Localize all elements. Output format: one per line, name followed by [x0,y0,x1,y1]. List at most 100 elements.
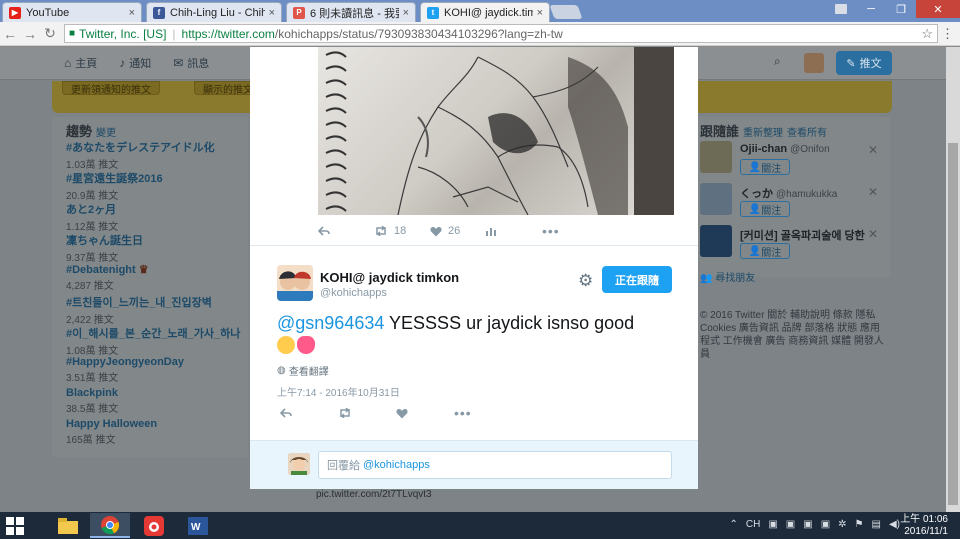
like-button[interactable] [396,408,454,419]
tray-app-icon[interactable]: ▣ [768,519,777,530]
trend-count: 1.12萬 推文 [66,222,119,233]
suggested-user[interactable]: くっか @hamukukka 👤 關注 ✕ [700,183,886,223]
dismiss-icon[interactable]: ✕ [868,143,878,157]
retweet-button[interactable]: 18 [374,225,430,237]
word-icon[interactable]: W [178,513,218,538]
minimize-icon[interactable]: ─ [856,0,886,18]
scrollbar[interactable] [946,47,960,512]
translate-link[interactable]: ◍ 查看翻譯 [277,363,329,378]
trend-item[interactable]: #星宮遠生誕祭2016 20.9萬 推文 [66,170,246,202]
volume-icon[interactable]: ◀) [889,519,900,530]
reply-button[interactable] [318,226,374,236]
close-icon[interactable]: × [129,7,135,19]
tab-plurk[interactable]: P 6 則未讀訊息 - 我要當新 × [286,2,416,22]
settings-icon[interactable]: ✲ [838,519,846,530]
dismiss-icon[interactable]: ✕ [868,185,878,199]
search-icon[interactable]: ⌕ [774,54,781,69]
follow-button[interactable]: 👤 關注 [740,159,790,175]
tray-app-icon[interactable]: ▣ [803,519,812,530]
following-button[interactable]: 正在跟隨 [602,266,672,293]
reload-icon[interactable]: ↻ [40,25,60,42]
trends-change-link[interactable]: 變更 [96,128,116,139]
nav-messages[interactable]: ✉ 訊息 [173,55,209,71]
trend-item[interactable]: #HappyJeongyeonDay 3.51萬 推文 [66,356,246,384]
reply-input[interactable]: 回覆給 @kohichapps [318,451,672,479]
refresh-link[interactable]: 重新整理 [743,128,783,139]
trend-count: 38.5萬 推文 [66,404,119,415]
trend-count: 4,287 推文 [66,281,114,292]
flag-icon[interactable]: ⚑ [855,519,864,530]
tray-app-icon[interactable]: ▣ [786,519,795,530]
close-icon[interactable]: × [269,7,275,19]
view-all-link[interactable]: 查看所有 [787,128,827,139]
new-tab-button[interactable] [549,5,583,19]
avatar[interactable] [700,225,732,257]
follow-button[interactable]: 👤 關注 [740,201,790,217]
follow-button[interactable]: 👤 關注 [740,243,790,259]
tab-twitter[interactable]: t KOHI@ jaydick.timkon × [420,2,550,22]
nav-notifications[interactable]: ♪ 通知 [119,55,151,71]
reply-icon [318,226,330,236]
analytics-button[interactable] [486,226,542,236]
scrollbar-thumb[interactable] [948,143,958,505]
avatar[interactable] [700,141,732,173]
footer-links[interactable]: © 2016 Twitter 關於 輔助說明 條款 隱私 Cookies 廣告資… [700,309,884,361]
trend-item[interactable]: #Debatenight ♛ 4,287 推文 [66,263,246,292]
bookmark-star-icon[interactable]: ☆ [921,26,933,42]
trend-item[interactable]: #트친들이_느끼는_내_진입장벽 2,422 推文 [66,294,246,326]
address-bar: ← → ↻ ■ Twitter, Inc. [US] | https://twi… [0,22,960,46]
tab-facebook[interactable]: f Chih-Ling Liu - Chih-Lin × [146,2,282,22]
trend-item[interactable]: #이_해시를_본_순간_노래_가사_하나 1.08萬 推文 [66,325,246,357]
reply-icon [280,408,292,418]
tweet-timestamp[interactable]: 上午7:14 - 2016年10月31日 [277,384,400,399]
suggested-user[interactable]: Ojii-chan @Onifon 👤 關注 ✕ [700,141,886,181]
nav-home[interactable]: ⌂ 主頁 [64,55,97,71]
more-button[interactable]: ••• [454,405,472,421]
forward-icon[interactable]: → [20,26,40,42]
author-name[interactable]: KOHI@ jaydick timkon [320,270,459,285]
close-icon[interactable]: × [403,7,409,19]
recorder-app-icon[interactable] [134,513,174,538]
close-window-icon[interactable]: ✕ [916,0,960,18]
banner-button-1[interactable]: 更新領通知的推文 [62,81,160,96]
compose-tweet-button[interactable]: ✎ 推文 [836,51,892,75]
author-handle[interactable]: @kohichapps [320,287,387,299]
avatar[interactable] [277,265,313,301]
tweet-mention[interactable]: @gsn964634 [277,313,384,333]
restore-icon[interactable]: ❐ [886,0,916,18]
avatar[interactable] [804,53,824,73]
more-button[interactable]: ••• [542,223,560,239]
globe-icon: ◍ [277,365,286,376]
tweet-text: @gsn964634 YESSSS ur jaydick isnso good [277,312,677,356]
user-icon[interactable] [826,0,856,18]
back-icon[interactable]: ← [0,26,20,42]
network-icon[interactable]: ▤ [872,519,881,530]
file-explorer-icon[interactable] [48,513,88,538]
dismiss-icon[interactable]: ✕ [868,227,878,241]
tab-youtube[interactable]: ▶ YouTube × [2,2,142,22]
tray-app-icon[interactable]: ▣ [821,519,830,530]
retweet-button[interactable] [338,408,396,418]
suggested-user[interactable]: [커미션] 골옥파괴술에 당한 👤 關注 ✕ [700,225,886,265]
like-button[interactable]: 26 [430,225,486,237]
gear-icon[interactable]: ⚙ [578,271,593,291]
taskbar-clock[interactable]: 上午 01:06 2016/11/1 [900,514,948,538]
reply-button[interactable] [280,408,338,418]
input-language[interactable]: CH [746,519,760,530]
trend-item[interactable]: Blackpink 38.5萬 推文 [66,387,246,415]
windows-start-icon[interactable] [6,517,24,535]
trend-tag: #星宮遠生誕祭2016 [66,173,163,185]
trend-item[interactable]: #あなたをデレステアイドル化 1.03萬 推文 [66,139,246,171]
chrome-icon[interactable] [90,513,130,538]
tray-expand-icon[interactable]: ⌃ [730,519,738,530]
menu-icon[interactable]: ⋮ [941,26,954,42]
find-friends-link[interactable]: 👥 尋找朋友 [700,269,755,284]
url-input[interactable]: ■ Twitter, Inc. [US] | https://twitter.c… [64,24,938,43]
avatar[interactable] [700,183,732,215]
trend-item[interactable]: Happy Halloween 165萬 推文 [66,418,246,446]
clock-time: 上午 01:06 [900,514,948,525]
tweet-media-image[interactable] [318,47,674,215]
trend-item[interactable]: あと2ヶ月 1.12萬 推文 [66,201,246,233]
trend-item[interactable]: 凜ちゃん誕生日 9.37萬 推文 [66,232,246,264]
close-icon[interactable]: × [537,7,543,19]
